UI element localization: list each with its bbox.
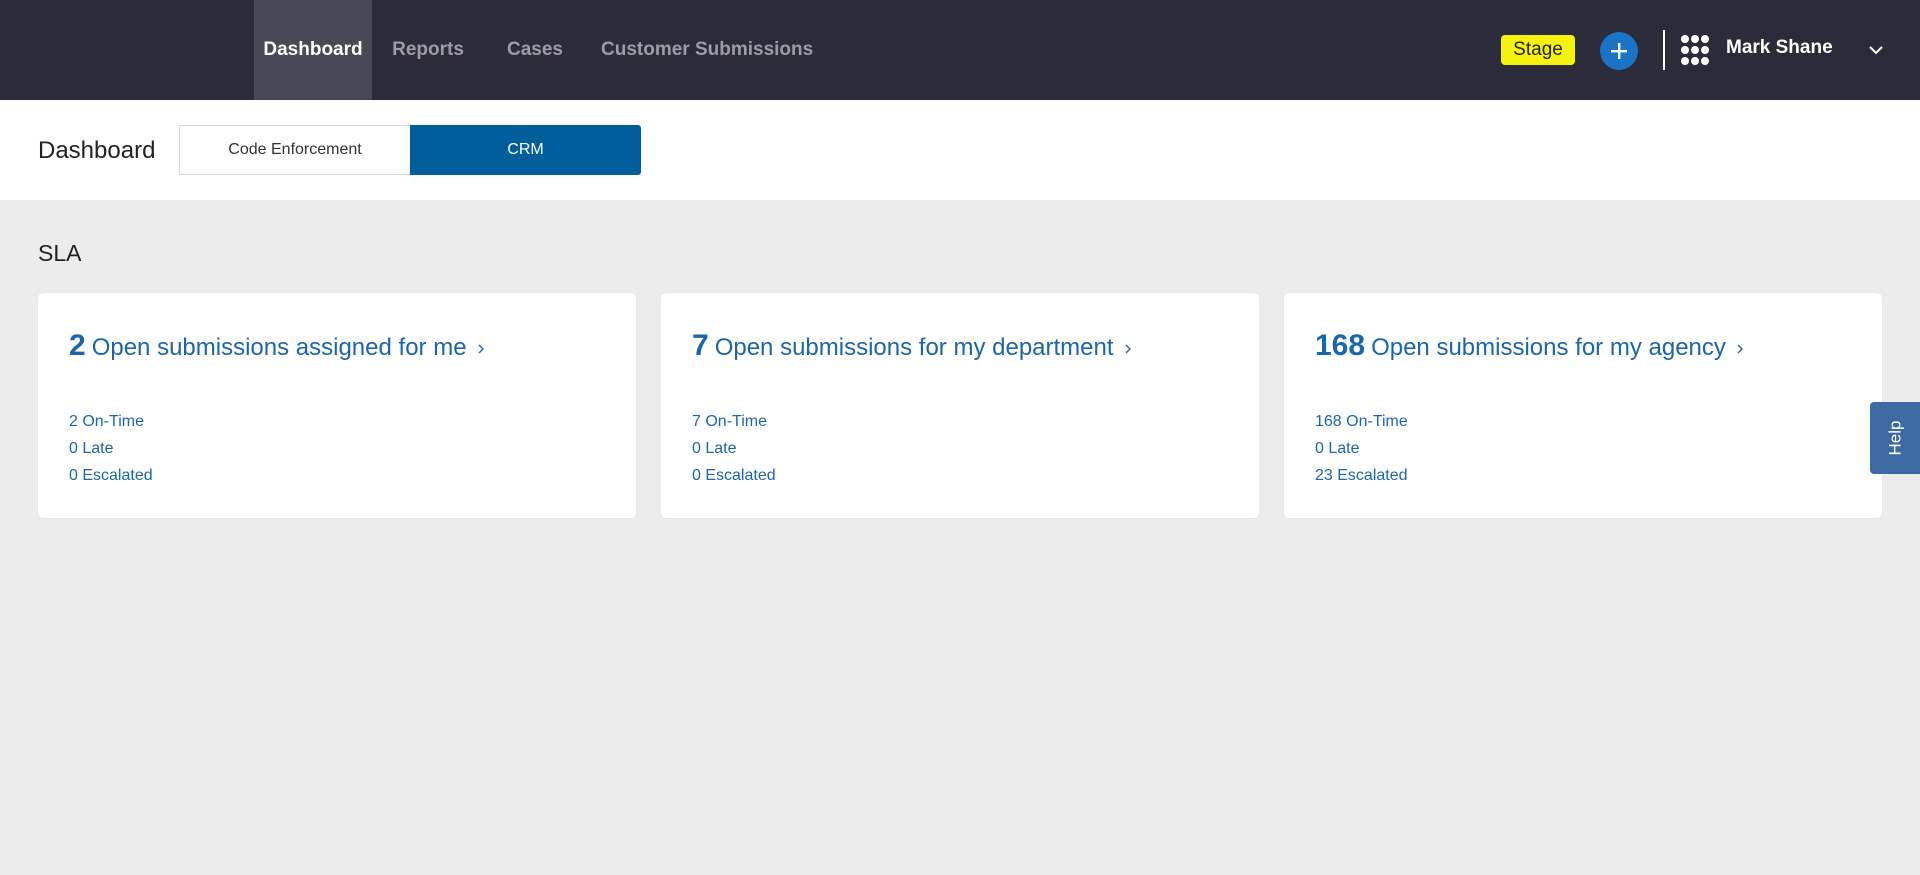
stat-late[interactable]: 0 Late — [69, 435, 153, 462]
nav-customer-submissions[interactable]: Customer Submissions — [586, 0, 828, 100]
stat-escalated[interactable]: 0 Escalated — [692, 462, 776, 489]
app-launcher-icon[interactable] — [1680, 34, 1710, 66]
sla-card-my-department: 7 Open submissions for my department 7 O… — [661, 293, 1259, 518]
stage-badge: Stage — [1501, 35, 1575, 65]
card-label: Open submissions for my agency — [1371, 334, 1726, 361]
stat-on-time[interactable]: 168 On-Time — [1315, 408, 1408, 435]
nav-dashboard[interactable]: Dashboard — [254, 0, 372, 100]
stat-escalated[interactable]: 0 Escalated — [69, 462, 153, 489]
chevron-down-icon[interactable] — [1868, 44, 1884, 56]
main-nav: Dashboard Reports Cases Customer Submiss… — [254, 0, 828, 100]
card-stats: 7 On-Time 0 Late 0 Escalated — [692, 408, 776, 489]
card-label: Open submissions for my department — [714, 334, 1114, 361]
help-label: Help — [1885, 420, 1904, 456]
header-divider — [1663, 30, 1665, 70]
stat-on-time[interactable]: 2 On-Time — [69, 408, 153, 435]
stat-late[interactable]: 0 Late — [692, 435, 776, 462]
stat-on-time[interactable]: 7 On-Time — [692, 408, 776, 435]
user-name[interactable]: Mark Shane — [1726, 37, 1833, 59]
chevron-right-icon — [478, 344, 484, 354]
toggle-code-enforcement[interactable]: Code Enforcement — [179, 125, 410, 175]
nav-reports[interactable]: Reports — [372, 0, 484, 100]
card-count: 7 — [692, 329, 709, 362]
card-stats: 168 On-Time 0 Late 23 Escalated — [1315, 408, 1408, 489]
sla-card-assigned-to-me: 2 Open submissions assigned for me 2 On-… — [38, 293, 636, 518]
card-count: 2 — [69, 329, 86, 362]
card-link-my-agency[interactable]: 168 Open submissions for my agency — [1315, 329, 1745, 363]
page-title: Dashboard — [38, 137, 156, 164]
add-button[interactable] — [1600, 32, 1638, 70]
chevron-right-icon — [1125, 344, 1131, 354]
card-link-my-department[interactable]: 7 Open submissions for my department — [692, 329, 1133, 363]
dashboard-toggle: Code Enforcement CRM — [179, 125, 641, 175]
card-label: Open submissions assigned for me — [91, 334, 467, 361]
plus-icon — [1611, 43, 1627, 59]
stat-escalated[interactable]: 23 Escalated — [1315, 462, 1408, 489]
toggle-crm[interactable]: CRM — [410, 125, 641, 175]
stat-late[interactable]: 0 Late — [1315, 435, 1408, 462]
chevron-right-icon — [1737, 344, 1743, 354]
help-tab[interactable]: Help — [1870, 402, 1920, 474]
page-header: Dashboard Code Enforcement CRM — [0, 100, 1920, 200]
card-count: 168 — [1315, 329, 1366, 362]
nav-cases[interactable]: Cases — [484, 0, 586, 100]
card-stats: 2 On-Time 0 Late 0 Escalated — [69, 408, 153, 489]
sla-heading: SLA — [38, 240, 82, 266]
top-navigation-bar: Dashboard Reports Cases Customer Submiss… — [0, 0, 1920, 100]
card-link-assigned-to-me[interactable]: 2 Open submissions assigned for me — [69, 329, 486, 363]
sla-card-my-agency: 168 Open submissions for my agency 168 O… — [1284, 293, 1882, 518]
